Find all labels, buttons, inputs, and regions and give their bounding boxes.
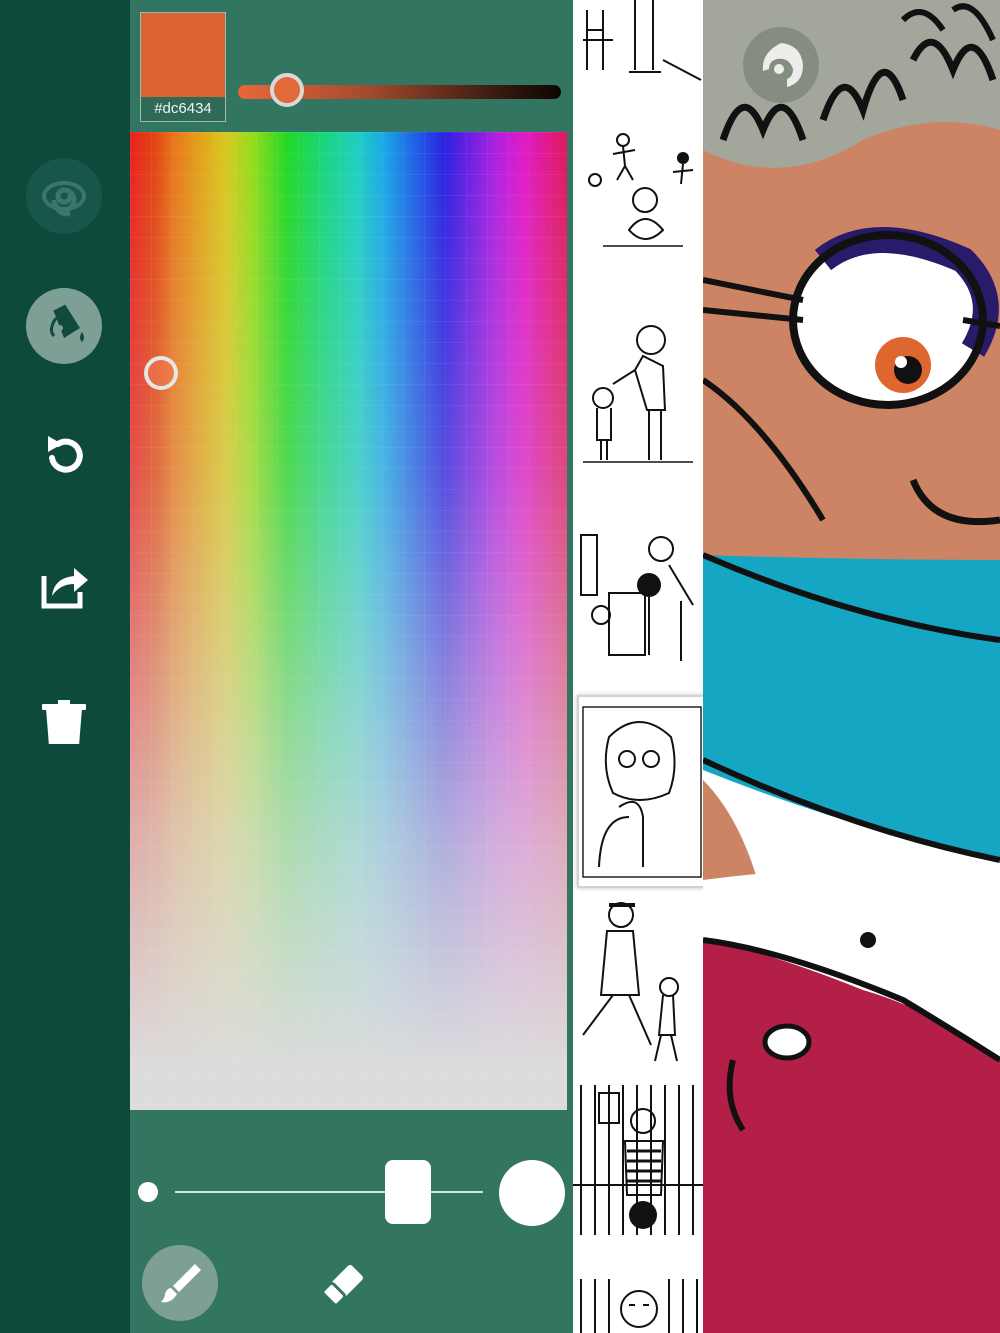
gallery-item[interactable] <box>573 895 703 1075</box>
page-gallery[interactable] <box>573 0 703 1333</box>
color-preview <box>141 13 225 97</box>
gallery-item[interactable] <box>573 1275 703 1333</box>
undo-button[interactable] <box>26 418 102 494</box>
drawing-canvas[interactable] <box>703 0 1000 1333</box>
color-spectrum[interactable] <box>130 132 567 1110</box>
gallery-item[interactable] <box>573 120 703 270</box>
paint-bucket-icon <box>49 304 84 342</box>
brush-icon <box>161 1264 201 1303</box>
brush-tool-button[interactable] <box>142 1245 218 1321</box>
eraser-icon <box>321 1265 363 1307</box>
face-silhouette-icon <box>762 43 803 87</box>
coloring-artwork <box>703 0 1000 1333</box>
gallery-item[interactable] <box>573 310 703 480</box>
color-picker-cursor[interactable] <box>144 356 178 390</box>
brush-size-thumb[interactable] <box>385 1160 431 1224</box>
gallery-item[interactable] <box>573 505 703 675</box>
undo-icon <box>48 436 83 473</box>
color-hex-label: #dc6434 <box>154 100 212 117</box>
face-silhouette-button[interactable] <box>743 27 819 103</box>
gallery-item-selected[interactable] <box>577 695 703 888</box>
brush-size-max-indicator <box>499 1160 565 1226</box>
gallery-item[interactable] <box>573 0 703 90</box>
trash-button[interactable] <box>26 678 102 754</box>
share-icon <box>41 568 88 609</box>
trash-icon <box>42 700 86 744</box>
color-panel: #dc6434 <box>130 0 573 1333</box>
left-toolbar <box>0 0 130 1333</box>
eraser-tool-button[interactable] <box>308 1250 378 1320</box>
paint-bucket-button[interactable] <box>26 288 102 364</box>
brush-size-min-indicator <box>138 1182 158 1202</box>
gallery-item[interactable] <box>573 1085 703 1245</box>
shade-slider-thumb[interactable] <box>270 73 304 107</box>
spiral-icon[interactable] <box>26 158 102 234</box>
brush-size-track[interactable] <box>175 1191 483 1193</box>
selected-color-swatch[interactable]: #dc6434 <box>140 12 226 122</box>
share-button[interactable] <box>26 546 102 622</box>
